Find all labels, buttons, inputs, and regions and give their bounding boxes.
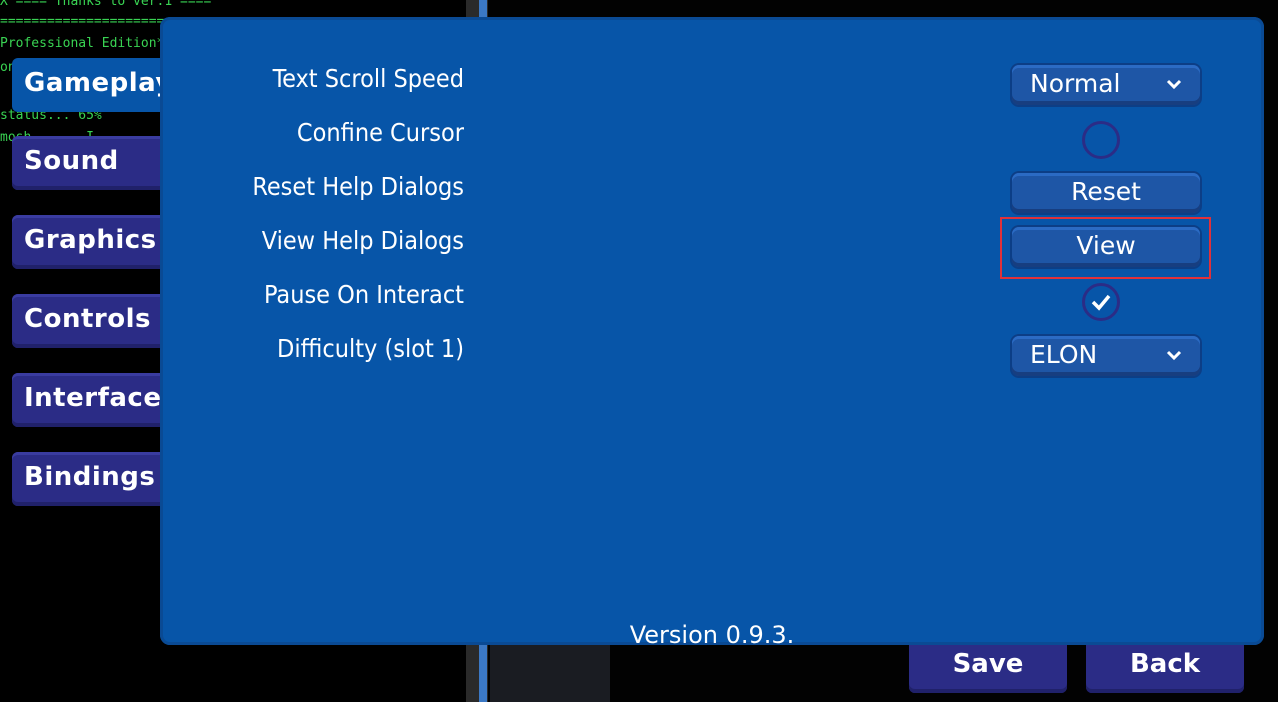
pause-on-interact-checkbox[interactable] — [1082, 283, 1120, 321]
tab-label: Interface — [24, 383, 162, 413]
text-scroll-speed-dropdown[interactable]: Normal — [1012, 65, 1200, 105]
pause-on-interact-label: Pause On Interact — [263, 280, 464, 309]
dropdown-value: Normal — [1030, 69, 1121, 98]
tab-interface[interactable]: Interface — [12, 373, 168, 427]
text-scroll-speed-label: Text Scroll Speed — [272, 64, 464, 93]
reset-button[interactable]: Reset — [1012, 173, 1200, 213]
back-button-label: Back — [1129, 649, 1201, 679]
chevron-down-icon — [1166, 350, 1182, 361]
reset-help-dialogs-label: Reset Help Dialogs — [252, 172, 464, 201]
tab-sound[interactable]: Sound — [12, 136, 168, 190]
view-help-dialogs-label: View Help Dialogs — [261, 226, 464, 255]
tab-label: Sound — [24, 146, 119, 176]
dropdown-value: ELON — [1030, 340, 1098, 369]
reset-button-label: Reset — [1071, 177, 1141, 206]
tab-label: Controls — [24, 304, 151, 334]
tab-label: Bindings — [24, 462, 156, 492]
tab-gameplay[interactable]: Gameplay — [12, 58, 172, 112]
settings-panel: Version 0.9.3. — [160, 17, 1264, 649]
selection-highlight — [1000, 217, 1211, 279]
checkmark-icon — [1091, 294, 1111, 311]
back-button[interactable]: Back — [1086, 645, 1244, 693]
terminal-line: X ==== Thanks to ver.1 ==== — [0, 0, 212, 9]
tab-graphics[interactable]: Graphics — [12, 215, 168, 269]
tab-label: Graphics — [24, 225, 157, 255]
confine-cursor-label: Confine Cursor — [296, 118, 464, 147]
difficulty-dropdown[interactable]: ELON — [1012, 336, 1200, 376]
tab-bindings[interactable]: Bindings — [12, 452, 168, 506]
difficulty-label: Difficulty (slot 1) — [277, 334, 464, 363]
chevron-down-icon — [1166, 79, 1182, 90]
background-shadow — [490, 645, 610, 702]
confine-cursor-checkbox[interactable] — [1082, 121, 1120, 159]
save-button[interactable]: Save — [909, 645, 1067, 693]
terminal-line: Professional Edition*** — [0, 36, 181, 51]
save-button-label: Save — [952, 649, 1024, 679]
tab-label: Gameplay — [24, 68, 173, 98]
tab-controls[interactable]: Controls — [12, 294, 168, 348]
